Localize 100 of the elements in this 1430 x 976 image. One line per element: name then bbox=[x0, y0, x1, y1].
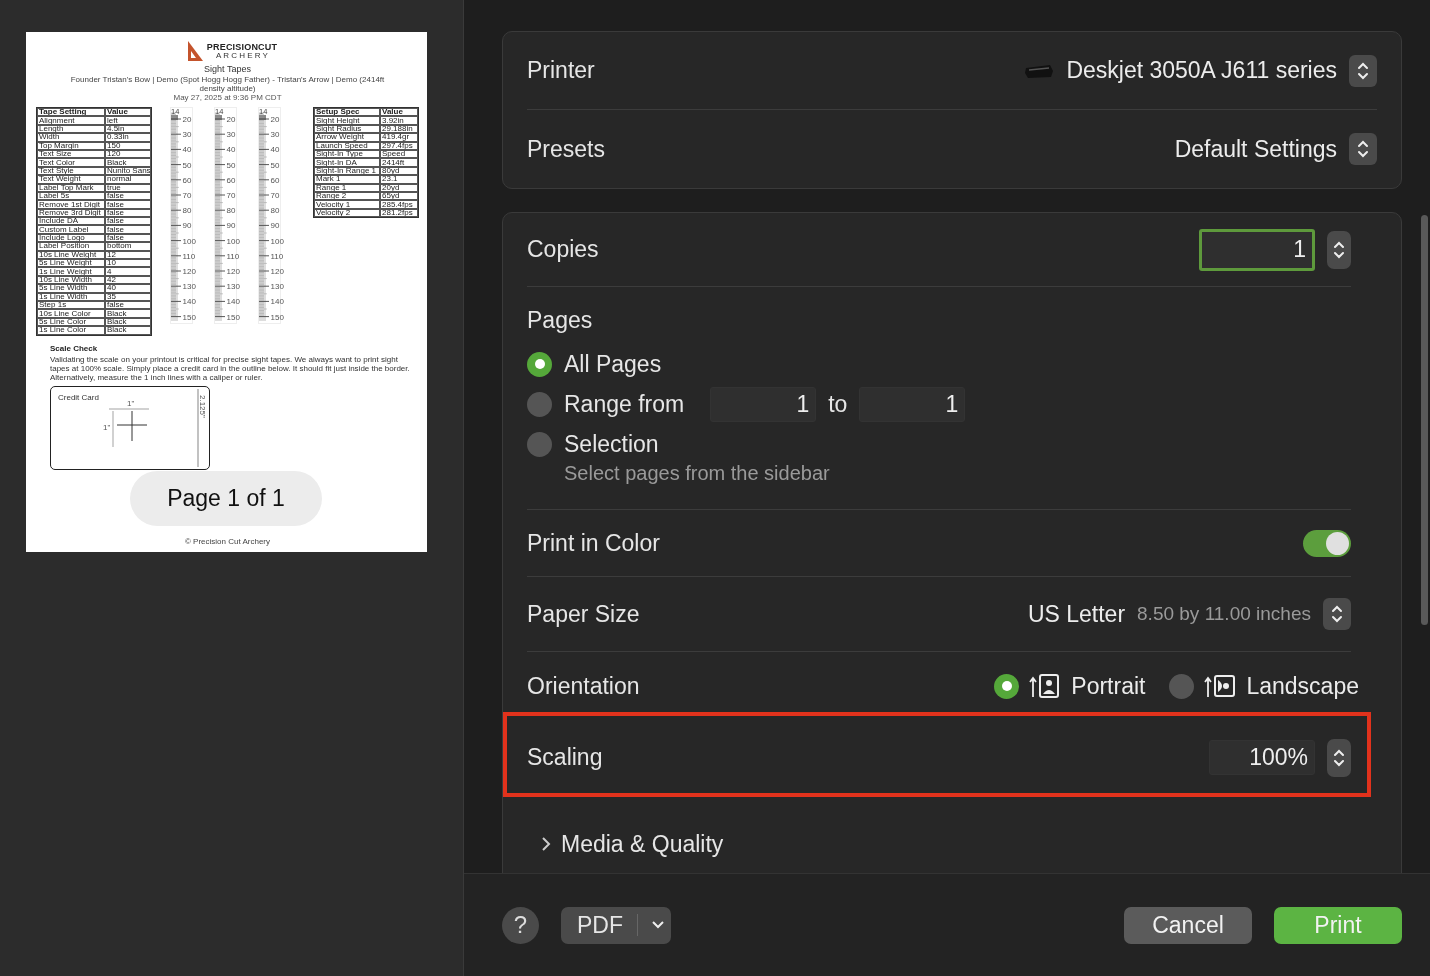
row-label: Orientation bbox=[527, 672, 640, 700]
printer-value: Deskjet 3050A J611 series bbox=[1066, 57, 1337, 84]
row-label: Printer bbox=[527, 57, 595, 84]
tick-label: 50 bbox=[182, 160, 191, 170]
table-cell: 5s Line Weight bbox=[37, 259, 105, 268]
column-header: Value bbox=[380, 108, 418, 117]
table-cell: 65yd bbox=[380, 191, 418, 201]
side-label: 2.125" bbox=[198, 394, 207, 418]
radio-button[interactable] bbox=[527, 391, 552, 417]
option-label: Landscape bbox=[1246, 672, 1359, 700]
table-cell: 285.4fps bbox=[380, 200, 418, 209]
section-heading: Scale Check bbox=[50, 343, 99, 353]
row-label: Pages bbox=[527, 307, 594, 334]
table-cell: 5s Line Color bbox=[37, 317, 105, 327]
radio-button[interactable] bbox=[527, 351, 552, 377]
table-cell: Label Position bbox=[37, 242, 105, 251]
cancel-button[interactable]: Cancel bbox=[1124, 906, 1252, 944]
table-cell: Range 1 bbox=[314, 183, 380, 192]
table-cell: Black bbox=[105, 317, 151, 327]
row-label: Copies bbox=[527, 236, 599, 263]
tick-label: 130 bbox=[182, 282, 196, 292]
table-cell: Text Weight bbox=[37, 175, 105, 184]
copyright-footer: © Precision Cut Archery bbox=[184, 537, 270, 546]
tick-label: 110 bbox=[226, 251, 239, 261]
color-toggle[interactable] bbox=[1303, 529, 1351, 557]
media-quality-disclosure[interactable]: Media & Quality bbox=[541, 830, 724, 858]
table-cell: 281.2fps bbox=[380, 208, 418, 218]
radio-button[interactable] bbox=[994, 673, 1020, 699]
radio-button[interactable] bbox=[1169, 673, 1195, 699]
table-cell: false bbox=[105, 233, 151, 243]
tick-label: 30 bbox=[226, 130, 235, 140]
table-cell: Velocity 1 bbox=[314, 200, 380, 209]
table-cell: Speed bbox=[380, 149, 418, 159]
option-hint: Select pages from the sidebar bbox=[564, 462, 831, 485]
table-cell: 150 bbox=[105, 141, 151, 150]
table-cell: Sight Height bbox=[314, 116, 380, 125]
pdf-menu-button[interactable]: PDF bbox=[561, 906, 671, 944]
tick-label: 60 bbox=[226, 175, 235, 185]
column-header: Tape Setting bbox=[37, 108, 105, 117]
range-to-field[interactable]: 1 bbox=[859, 386, 966, 422]
option-label: Portrait bbox=[1071, 672, 1146, 700]
tick-label: 90 bbox=[226, 221, 235, 231]
landscape-icon bbox=[1204, 673, 1237, 699]
tick-label: 70 bbox=[270, 191, 279, 200]
presets-popup[interactable] bbox=[1349, 133, 1377, 165]
radio-button[interactable] bbox=[527, 431, 552, 457]
document-subtitle: Founder Tristan's Bow | Demo (Spot Hogg Hogg Father) - Tristan's Arrow | Demo (2414ft density altitude) bbox=[69, 75, 386, 93]
table-cell: true bbox=[105, 183, 151, 192]
presets-value: Default Settings bbox=[1174, 135, 1337, 163]
table-cell: Include DA bbox=[37, 217, 105, 226]
card-label: Credit Card bbox=[58, 392, 99, 402]
table-cell: Velocity 2 bbox=[314, 208, 380, 218]
paper-size-popup[interactable] bbox=[1323, 598, 1351, 630]
table-cell: Sight-In DA bbox=[314, 158, 380, 167]
tick-label: 140 bbox=[270, 297, 284, 307]
printer-popup[interactable] bbox=[1349, 54, 1377, 87]
table-cell: Text Color bbox=[37, 158, 105, 167]
tick-label: 20 bbox=[226, 115, 235, 124]
table-cell: 10s Line Weight bbox=[37, 250, 105, 260]
column-header: Setup Spec bbox=[314, 108, 380, 117]
tick-label: 60 bbox=[182, 175, 191, 185]
tick-label: 90 bbox=[270, 221, 279, 231]
scaling-field[interactable]: 100% bbox=[1209, 740, 1315, 775]
table-cell: Black bbox=[105, 158, 151, 167]
logo-tagline: A R C H E R Y bbox=[216, 52, 268, 60]
range-from-field[interactable]: 1 bbox=[710, 386, 817, 422]
tick-label: 150 bbox=[270, 312, 284, 322]
portrait-icon bbox=[1029, 673, 1062, 699]
scrollbar-thumb[interactable] bbox=[1421, 215, 1428, 625]
table-cell: 10s Line Color bbox=[37, 309, 105, 318]
table-cell: Black bbox=[105, 326, 151, 335]
table-cell: Remove 1st Digit bbox=[37, 200, 105, 209]
copies-field[interactable]: 1 bbox=[1199, 228, 1315, 271]
option-label: All Pages bbox=[564, 350, 662, 378]
table-cell: 0.33in bbox=[105, 133, 151, 142]
tick-label: 50 bbox=[226, 160, 235, 170]
row-label: Paper Size bbox=[527, 600, 640, 628]
paper-size-detail: 8.50 by 11.00 inches bbox=[1137, 603, 1311, 625]
tick-label: 100 bbox=[270, 236, 284, 246]
tick-label: 90 bbox=[182, 221, 191, 231]
tick-label: 80 bbox=[182, 206, 191, 216]
page-indicator: Page 1 of 1 bbox=[130, 471, 322, 526]
table-cell: 297.4fps bbox=[380, 141, 418, 150]
table-cell: 419.4gr bbox=[380, 133, 418, 142]
table-cell: Black bbox=[105, 309, 151, 318]
tick-label: 100 bbox=[226, 236, 240, 246]
table-cell: Top Margin bbox=[37, 141, 105, 150]
logo-icon bbox=[185, 40, 204, 62]
table-cell: 2414ft bbox=[380, 158, 418, 167]
table-cell: 80yd bbox=[380, 166, 418, 176]
table-cell: false bbox=[105, 200, 151, 209]
scaling-stepper[interactable] bbox=[1327, 738, 1351, 777]
help-button[interactable]: ? bbox=[502, 906, 539, 944]
option-label: Selection bbox=[564, 430, 659, 458]
tick-label: 60 bbox=[270, 175, 279, 185]
tick-label: 20 bbox=[270, 115, 279, 124]
tick-label: 70 bbox=[182, 191, 191, 200]
table-cell: 10 bbox=[105, 259, 151, 268]
copies-stepper[interactable] bbox=[1327, 230, 1351, 269]
table-cell: 4.5in bbox=[105, 124, 151, 134]
